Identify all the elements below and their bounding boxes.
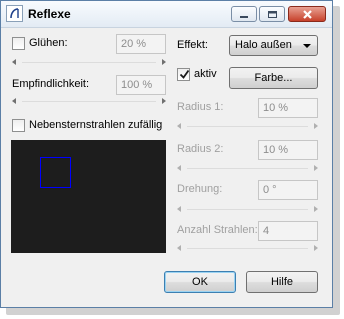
minimize-button[interactable]	[231, 6, 257, 22]
radius2-slider[interactable]	[177, 164, 318, 173]
radius1-label: Radius 1:	[177, 101, 224, 113]
sensitivity-field[interactable]: 100 %	[116, 75, 166, 95]
sensitivity-label: Empfindlichkeit:	[12, 78, 90, 90]
effect-preview	[11, 140, 166, 253]
effect-select-value: Halo außen	[235, 39, 292, 51]
slider-track[interactable]	[187, 248, 308, 249]
ok-button[interactable]: OK	[164, 271, 236, 293]
reflex-curve-icon	[6, 5, 23, 22]
chevron-down-icon	[303, 44, 311, 48]
slider-left-arrow-icon[interactable]	[177, 123, 181, 129]
rotation-slider[interactable]	[177, 205, 318, 214]
effect-select[interactable]: Halo außen	[229, 35, 318, 56]
radius1-slider[interactable]	[177, 122, 318, 131]
random-rays-label: Nebensternstrahlen zufällig	[29, 119, 163, 131]
slider-left-arrow-icon[interactable]	[177, 245, 181, 251]
close-icon	[303, 10, 312, 19]
slider-track[interactable]	[22, 62, 156, 63]
slider-right-arrow-icon[interactable]	[162, 98, 166, 104]
radius2-label: Radius 2:	[177, 143, 224, 155]
rotation-label: Drehung:	[177, 183, 223, 195]
slider-track[interactable]	[187, 126, 308, 127]
active-label: aktiv	[194, 68, 217, 80]
title-bar[interactable]: Reflexe	[1, 1, 332, 28]
glow-label: Glühen:	[29, 37, 68, 49]
ray-count-field[interactable]: 4	[258, 221, 318, 241]
slider-right-arrow-icon[interactable]	[162, 59, 166, 65]
random-rays-checkbox[interactable]	[12, 119, 25, 132]
slider-track[interactable]	[187, 168, 308, 169]
ray-count-label: Anzahl Strahlen:	[177, 224, 258, 236]
slider-left-arrow-icon[interactable]	[177, 165, 181, 171]
help-button[interactable]: Hilfe	[246, 271, 318, 293]
slider-right-arrow-icon[interactable]	[314, 165, 318, 171]
glow-slider[interactable]	[12, 58, 166, 67]
glow-field[interactable]: 20 %	[116, 34, 166, 54]
slider-right-arrow-icon[interactable]	[314, 245, 318, 251]
radius1-field[interactable]: 10 %	[258, 98, 318, 118]
slider-left-arrow-icon[interactable]	[12, 59, 16, 65]
checkmark-icon	[179, 69, 190, 79]
slider-right-arrow-icon[interactable]	[314, 206, 318, 212]
slider-left-arrow-icon[interactable]	[177, 206, 181, 212]
slider-right-arrow-icon[interactable]	[314, 123, 318, 129]
effect-label: Effekt:	[177, 39, 208, 51]
slider-track[interactable]	[187, 209, 308, 210]
rotation-field[interactable]: 0 °	[258, 180, 318, 200]
ray-count-slider[interactable]	[177, 244, 318, 253]
sensitivity-slider[interactable]	[12, 97, 166, 106]
preview-frame	[40, 157, 71, 188]
active-checkbox[interactable]	[177, 68, 190, 81]
slider-track[interactable]	[22, 101, 156, 102]
glow-checkbox[interactable]	[12, 37, 25, 50]
maximize-button[interactable]	[259, 6, 285, 22]
window-title: Reflexe	[28, 7, 71, 21]
slider-left-arrow-icon[interactable]	[12, 98, 16, 104]
radius2-field[interactable]: 10 %	[258, 140, 318, 160]
minimize-icon	[240, 16, 248, 18]
close-button[interactable]	[288, 6, 326, 22]
dialog-window: Reflexe Glühen: 20 % Empfindlichkeit: 10…	[0, 0, 333, 308]
maximize-icon	[268, 11, 277, 18]
color-button[interactable]: Farbe...	[229, 67, 318, 89]
